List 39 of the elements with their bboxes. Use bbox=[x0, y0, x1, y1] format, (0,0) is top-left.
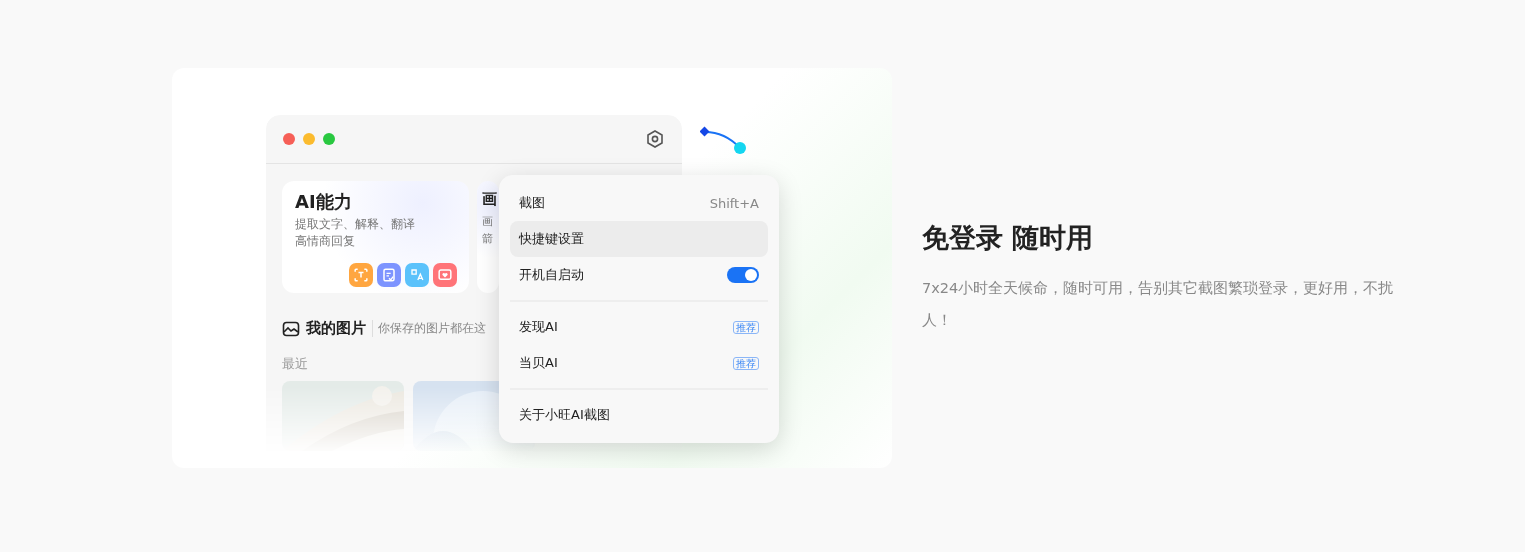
recommend-tag: 推荐 bbox=[733, 320, 759, 334]
text-scan-icon[interactable] bbox=[349, 263, 373, 287]
card-text: 提取文字、解释、翻译 bbox=[295, 216, 416, 233]
image-icon bbox=[282, 319, 300, 338]
chat-heart-icon[interactable] bbox=[433, 263, 457, 287]
feature-card[interactable]: 画 画 箭 bbox=[477, 181, 499, 293]
shortcut-label: Shift+A bbox=[709, 195, 759, 211]
recommend-tag: 推荐 bbox=[733, 356, 759, 370]
menu-item[interactable]: 快捷键设置 bbox=[510, 221, 768, 257]
minimize-button[interactable] bbox=[303, 133, 315, 145]
menu-item[interactable]: 当贝AI 推荐 bbox=[510, 345, 768, 381]
menu-item[interactable]: 发现AI 推荐 bbox=[510, 309, 768, 345]
settings-icon[interactable] bbox=[645, 129, 665, 149]
feature-card[interactable]: AI能力 提取文字、解释、翻译 高情商回复 bbox=[282, 181, 469, 293]
menu-item-label: 关于小旺AI截图 bbox=[519, 406, 611, 424]
card-text: 高情商回复 bbox=[295, 233, 356, 250]
translate-icon[interactable] bbox=[405, 263, 429, 287]
menu-item[interactable]: 关于小旺AI截图 bbox=[510, 397, 768, 433]
menu-item-label: 开机自启动 bbox=[519, 266, 585, 284]
section-label: 最近 bbox=[282, 355, 308, 373]
menu-item-label: 发现AI bbox=[519, 318, 559, 336]
card-text: 箭 bbox=[482, 231, 494, 247]
zoom-button[interactable] bbox=[323, 133, 335, 145]
menu-item-label: 当贝AI bbox=[519, 354, 559, 372]
menu-item-label: 截图 bbox=[519, 194, 546, 212]
close-button[interactable] bbox=[283, 133, 295, 145]
gallery-title: 我的图片 bbox=[306, 319, 366, 338]
menu-item-label: 快捷键设置 bbox=[519, 230, 585, 248]
gallery-subtitle: 你保存的图片都在这 bbox=[372, 320, 486, 337]
card-title: 画 bbox=[482, 190, 498, 209]
card-title: AI能力 bbox=[295, 190, 353, 214]
card-text: 画 bbox=[482, 214, 494, 230]
menu-item[interactable]: 截图 Shift+A bbox=[510, 185, 768, 221]
feature-title: 免登录 随时用 bbox=[922, 221, 1095, 255]
feature-description: 7x24小时全天候命，随时可用，告别其它截图繁琐登录，更好用，不扰人！ bbox=[922, 279, 1395, 330]
menu-item[interactable]: 开机自启动 bbox=[510, 257, 768, 293]
note-check-icon[interactable] bbox=[377, 263, 401, 287]
curve-drawing bbox=[700, 126, 746, 154]
toggle-switch[interactable] bbox=[727, 267, 759, 283]
